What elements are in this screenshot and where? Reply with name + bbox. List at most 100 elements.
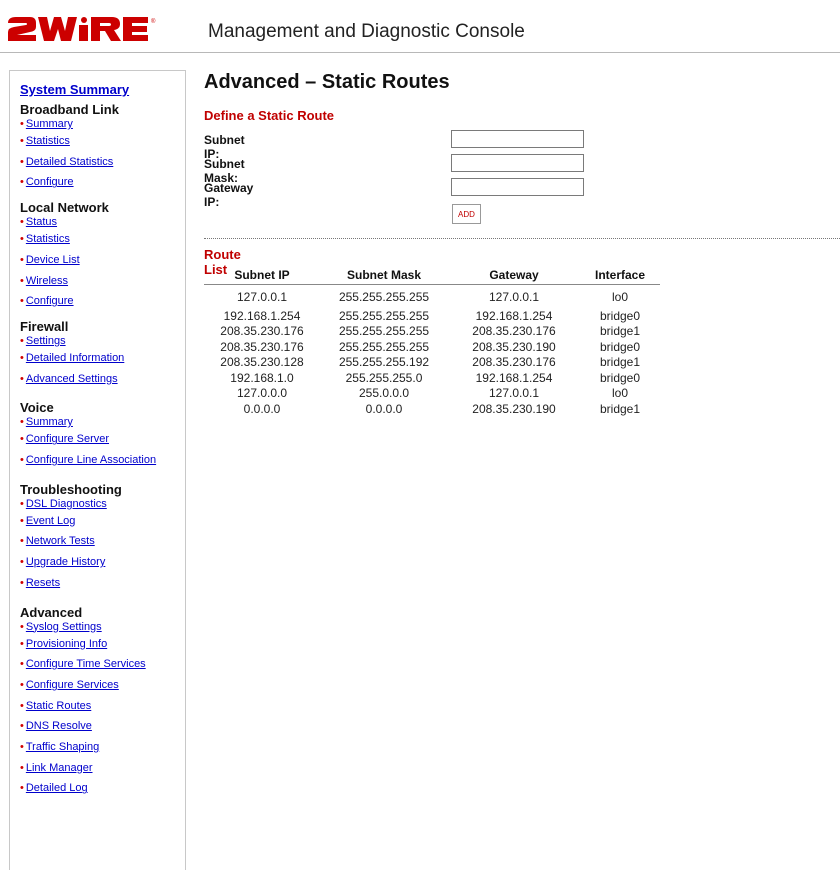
nav-link[interactable]: Settings bbox=[26, 335, 66, 347]
bullet-icon: • bbox=[20, 454, 24, 467]
nav-section-title: Advanced bbox=[20, 604, 83, 620]
nav-link[interactable]: Detailed Statistics bbox=[26, 156, 113, 168]
add-route-button[interactable]: ADD bbox=[452, 204, 481, 224]
sidebar-nav: System Summary Broadband Link • Summary • St… bbox=[9, 70, 186, 870]
route-interface: bridge1 bbox=[599, 401, 641, 416]
nav-item: • Traffic Shaping bbox=[20, 737, 185, 758]
bullet-icon: • bbox=[20, 720, 24, 733]
subnet-mask-input[interactable] bbox=[451, 154, 584, 172]
nav-item: • Configure bbox=[20, 172, 185, 193]
bullet-icon: • bbox=[20, 514, 24, 527]
nav-item: • Statistics bbox=[20, 131, 185, 152]
nav-link[interactable]: DNS Resolve bbox=[26, 720, 92, 732]
nav-link[interactable]: Upgrade History bbox=[26, 556, 105, 568]
nav-item: • Device List bbox=[20, 250, 185, 271]
nav-item: • Summary bbox=[20, 117, 185, 131]
nav-item: • DNS Resolve bbox=[20, 716, 185, 737]
bullet-icon: • bbox=[20, 416, 24, 429]
nav-section-title: Local Network bbox=[20, 200, 109, 216]
nav-link[interactable]: Configure bbox=[26, 176, 74, 188]
nav-link[interactable]: Configure Time Services bbox=[26, 658, 146, 670]
nav-section-title: Firewall bbox=[20, 318, 69, 334]
nav-item: • Syslog Settings bbox=[20, 620, 185, 634]
route-interface: bridge1 bbox=[599, 324, 641, 339]
route-subnet-ip: 127.0.0.1 bbox=[236, 290, 288, 304]
route-subnet-mask: 255.255.255.255 bbox=[338, 290, 430, 304]
nav-link[interactable]: Configure Server bbox=[26, 433, 109, 445]
nav-link[interactable]: Advanced Settings bbox=[26, 373, 118, 385]
bullet-icon: • bbox=[20, 433, 24, 446]
bullet-icon: • bbox=[20, 295, 24, 308]
route-table: Subnet IP Subnet Mask Gateway Interface … bbox=[204, 267, 660, 417]
gateway-ip-label: Gateway IP: bbox=[204, 181, 254, 209]
bullet-icon: • bbox=[20, 761, 24, 774]
nav-item: • Detailed Statistics bbox=[20, 152, 185, 173]
route-interface: lo0 bbox=[611, 290, 628, 304]
route-subnet-mask: 255.255.255.255 bbox=[338, 308, 430, 323]
route-gateway: 192.168.1.254 bbox=[475, 308, 553, 323]
bullet-icon: • bbox=[20, 535, 24, 548]
route-row: 208.35.230.128 255.255.255.192 208.35.230.… bbox=[204, 355, 660, 371]
nav-link[interactable]: Statistics bbox=[26, 135, 70, 147]
nav-item: • Resets bbox=[20, 573, 185, 594]
nav-link[interactable]: Link Manager bbox=[26, 762, 93, 774]
nav-item: • Status bbox=[20, 215, 185, 229]
nav-item: • Static Routes bbox=[20, 696, 185, 717]
nav-link[interactable]: Summary bbox=[26, 118, 73, 130]
route-row: 192.168.1.0 255.255.255.0 192.168.1.254 bri… bbox=[204, 370, 660, 386]
route-subnet-ip: 0.0.0.0 bbox=[243, 401, 281, 416]
nav-link[interactable]: Configure Services bbox=[26, 679, 119, 691]
nav-link[interactable]: Configure Line Association bbox=[26, 454, 156, 466]
nav-link[interactable]: Summary bbox=[26, 416, 73, 428]
nav-section-title: Voice bbox=[20, 400, 54, 416]
bullet-icon: • bbox=[20, 334, 24, 347]
route-subnet-mask: 255.255.255.255 bbox=[338, 339, 430, 354]
route-gateway: 127.0.0.1 bbox=[488, 386, 540, 401]
nav-link[interactable]: Status bbox=[26, 216, 57, 228]
nav-link[interactable]: Provisioning Info bbox=[26, 638, 107, 650]
nav-item: • Wireless bbox=[20, 271, 185, 292]
nav-item: • Network Tests bbox=[20, 531, 185, 552]
nav-link[interactable]: DSL Diagnostics bbox=[26, 498, 107, 510]
nav-item: • Link Manager bbox=[20, 758, 185, 779]
nav-item: • Detailed Log bbox=[20, 778, 185, 799]
route-subnet-ip: 127.0.0.0 bbox=[236, 386, 288, 401]
nav-link[interactable]: Event Log bbox=[26, 515, 76, 527]
nav-link[interactable]: Configure bbox=[26, 295, 74, 307]
nav-item: • Upgrade History bbox=[20, 552, 185, 573]
nav-link[interactable]: Static Routes bbox=[26, 700, 91, 712]
route-row: 127.0.0.1 255.255.255.255 127.0.0.1 lo0 bbox=[204, 286, 660, 308]
nav-item: • Statistics bbox=[20, 229, 185, 250]
nav-link[interactable]: Detailed Log bbox=[26, 782, 88, 794]
nav-link[interactable]: Wireless bbox=[26, 275, 68, 287]
col-header-interface: Interface bbox=[580, 268, 660, 285]
nav-link[interactable]: Syslog Settings bbox=[26, 621, 102, 633]
route-subnet-mask: 255.255.255.192 bbox=[338, 355, 430, 370]
nav-link[interactable]: Device List bbox=[26, 254, 80, 266]
route-row: 208.35.230.176 255.255.255.255 208.35.230.… bbox=[204, 324, 660, 340]
bullet-icon: • bbox=[20, 637, 24, 650]
route-subnet-ip: 192.168.1.0 bbox=[230, 370, 294, 385]
route-gateway: 208.35.230.176 bbox=[472, 324, 556, 339]
subnet-ip-input[interactable] bbox=[451, 130, 584, 148]
bullet-icon: • bbox=[20, 497, 24, 510]
route-subnet-ip: 208.35.230.176 bbox=[220, 339, 304, 354]
nav-link[interactable]: Network Tests bbox=[26, 535, 95, 547]
bullet-icon: • bbox=[20, 658, 24, 671]
nav-link[interactable]: Resets bbox=[26, 577, 60, 589]
nav-link[interactable]: Detailed Information bbox=[26, 352, 124, 364]
bullet-icon: • bbox=[20, 135, 24, 147]
route-interface: bridge0 bbox=[599, 370, 641, 385]
nav-item: • Event Log bbox=[20, 511, 185, 532]
nav-link[interactable]: Traffic Shaping bbox=[26, 741, 99, 753]
nav-link[interactable]: Statistics bbox=[26, 233, 70, 245]
route-subnet-mask: 255.255.255.255 bbox=[338, 324, 430, 339]
nav-item: • Settings bbox=[20, 334, 185, 348]
nav-item: • Configure Server bbox=[20, 429, 185, 450]
route-interface: bridge1 bbox=[599, 355, 641, 370]
route-gateway: 192.168.1.254 bbox=[475, 370, 553, 385]
system-summary-link[interactable]: System Summary bbox=[20, 82, 185, 97]
bullet-icon: • bbox=[20, 216, 24, 229]
gateway-ip-input[interactable] bbox=[451, 178, 584, 196]
bullet-icon: • bbox=[20, 351, 24, 364]
